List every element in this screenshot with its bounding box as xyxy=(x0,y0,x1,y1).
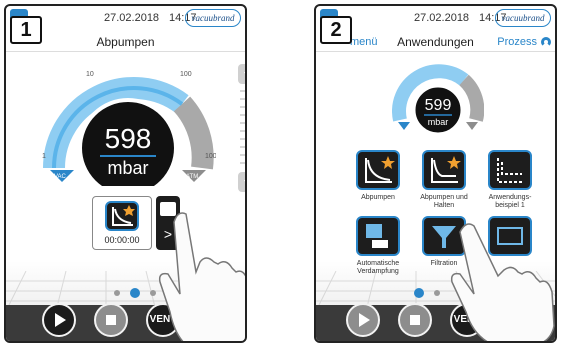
pressure-unit: mbar xyxy=(107,158,149,178)
process-icon[interactable] xyxy=(541,37,551,47)
gauge-arc-gray xyxy=(173,96,214,170)
menu-tile[interactable]: > xyxy=(156,196,180,250)
stop-button[interactable] xyxy=(398,303,432,337)
tick-label-1000: 1000 xyxy=(205,153,216,160)
app-example-1[interactable] xyxy=(488,150,532,190)
evacuate-icon xyxy=(105,201,139,231)
page-dot-active[interactable] xyxy=(414,288,424,298)
pump-down-tile[interactable]: 00:00:00 xyxy=(92,196,152,250)
process-link[interactable]: Prozess xyxy=(497,32,537,52)
play-button[interactable] xyxy=(346,303,380,337)
evacuate-hold-icon xyxy=(431,156,461,183)
page-dot[interactable] xyxy=(114,290,120,296)
evaporation-icon xyxy=(366,224,388,248)
setpoint-slider[interactable]: + − xyxy=(238,64,245,192)
app-label: Filtration xyxy=(430,260,458,267)
app-drying[interactable] xyxy=(488,216,532,256)
favorite-button[interactable] xyxy=(502,303,536,337)
vent-button[interactable]: VENT xyxy=(450,303,484,337)
stop-icon xyxy=(106,315,116,325)
brand-logo: vacuubrand xyxy=(185,9,241,27)
play-icon xyxy=(55,313,66,327)
status-date: 27.02.2018 xyxy=(414,12,470,24)
app-label: Automatische Verdampfung xyxy=(356,260,400,275)
screen-2-applications: 27.02.2018 14:17 vacuubrand 2 menü Anwen… xyxy=(314,4,557,343)
forward-icon: > xyxy=(163,226,173,242)
list-icon xyxy=(160,202,176,216)
app-label: Abpumpen und Halten xyxy=(420,194,468,209)
screen-1-pump-down: 27.02.2018 14:17 vacuubrand 1 Abpumpen 1… xyxy=(4,4,247,343)
stop-button[interactable] xyxy=(94,303,128,337)
back-link[interactable]: menü xyxy=(350,32,378,52)
app-filtration[interactable] xyxy=(422,216,466,256)
page-dot-active[interactable] xyxy=(130,288,140,298)
tick-label-1: 1 xyxy=(42,153,46,160)
page-dot[interactable] xyxy=(434,290,440,296)
app-label: Anwendungs-beispiel 1 xyxy=(488,194,532,209)
brand-logo: vacuubrand xyxy=(495,9,551,27)
tick-label-100: 100 xyxy=(180,71,192,78)
decrease-button[interactable]: − xyxy=(238,172,245,192)
star-icon xyxy=(511,312,527,328)
application-example-icon xyxy=(497,158,524,183)
page-dot[interactable] xyxy=(150,290,156,296)
status-date: 27.02.2018 xyxy=(104,12,160,24)
filtration-icon xyxy=(432,226,456,248)
app-pump-down[interactable] xyxy=(356,150,400,190)
play-button[interactable] xyxy=(42,303,76,337)
pressure-value: 598 xyxy=(104,123,152,154)
page-title: Anwendungen xyxy=(397,35,474,49)
evacuate-icon xyxy=(365,156,395,183)
step-badge: 2 xyxy=(320,16,352,44)
tick-label-10: 10 xyxy=(86,71,94,78)
app-auto-evaporation[interactable] xyxy=(356,216,400,256)
app-label: Abpumpen xyxy=(361,194,395,201)
page-indicator xyxy=(414,288,440,298)
pressure-unit: mbar xyxy=(427,117,449,127)
play-icon xyxy=(359,313,370,327)
pressure-value: 599 xyxy=(424,97,452,114)
vac-label: VAC xyxy=(54,174,67,180)
vent-button[interactable]: VENT xyxy=(146,303,180,337)
timer-value: 00:00:00 xyxy=(104,235,140,245)
increase-button[interactable]: + xyxy=(238,64,245,84)
favorite-button[interactable] xyxy=(198,303,232,337)
app-pump-down-hold[interactable] xyxy=(422,150,466,190)
atm-label: ATM xyxy=(186,174,198,180)
stop-icon xyxy=(410,315,420,325)
drying-icon xyxy=(497,227,523,245)
page-indicator xyxy=(114,288,156,298)
step-badge: 1 xyxy=(10,16,42,44)
star-icon xyxy=(207,312,223,328)
